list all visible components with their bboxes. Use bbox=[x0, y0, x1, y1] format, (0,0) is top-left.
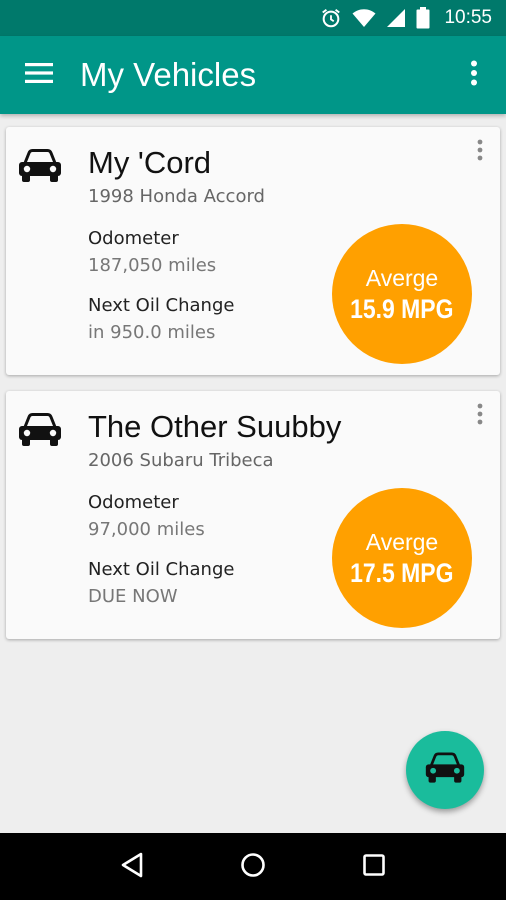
card-menu-button[interactable] bbox=[468, 401, 492, 431]
home-icon bbox=[240, 852, 266, 882]
overflow-menu-button[interactable] bbox=[442, 36, 506, 114]
odometer-label: Odometer bbox=[88, 492, 179, 513]
odometer-value: 187,050 miles bbox=[88, 255, 217, 276]
back-button[interactable] bbox=[102, 837, 162, 897]
oil-change-value: DUE NOW bbox=[88, 586, 178, 607]
average-mpg-value: 15.9 MPG bbox=[350, 294, 454, 324]
system-nav-bar bbox=[0, 833, 506, 900]
status-icons: 10:55 bbox=[320, 7, 492, 29]
vehicle-name: My 'Cord bbox=[88, 145, 212, 180]
more-vert-icon bbox=[470, 60, 478, 90]
app-bar: My Vehicles bbox=[0, 36, 506, 114]
vehicle-model: 1998 Honda Accord bbox=[88, 186, 265, 207]
average-mpg-value: 17.5 MPG bbox=[350, 558, 454, 588]
recents-button[interactable] bbox=[344, 837, 404, 897]
recents-icon bbox=[362, 853, 386, 881]
more-vert-icon bbox=[477, 403, 483, 429]
car-icon bbox=[17, 413, 63, 451]
average-mpg-badge: Averge 17.5 MPG bbox=[332, 488, 472, 628]
odometer-value: 97,000 miles bbox=[88, 519, 205, 540]
signal-icon bbox=[386, 8, 406, 28]
more-vert-icon bbox=[477, 139, 483, 165]
oil-change-label: Next Oil Change bbox=[88, 295, 235, 316]
add-vehicle-button[interactable] bbox=[406, 731, 484, 809]
odometer-label: Odometer bbox=[88, 228, 179, 249]
average-label: Averge bbox=[365, 265, 439, 291]
menu-button[interactable] bbox=[0, 36, 78, 114]
page-title: My Vehicles bbox=[80, 56, 257, 93]
home-button[interactable] bbox=[223, 837, 283, 897]
vehicle-model: 2006 Subaru Tribeca bbox=[88, 450, 274, 471]
average-label: Averge bbox=[365, 529, 439, 555]
vehicle-name: The Other Suubby bbox=[88, 409, 342, 444]
status-time: 10:55 bbox=[444, 7, 492, 28]
vehicle-card[interactable]: The Other Suubby 2006 Subaru Tribeca Odo… bbox=[6, 391, 500, 639]
average-mpg-badge: Averge 15.9 MPG bbox=[332, 224, 472, 364]
hamburger-menu-icon bbox=[25, 62, 53, 88]
battery-icon bbox=[416, 7, 430, 29]
oil-change-value: in 950.0 miles bbox=[88, 322, 216, 343]
status-bar: 10:55 bbox=[0, 0, 506, 36]
car-icon bbox=[424, 752, 466, 788]
wifi-icon bbox=[352, 8, 376, 28]
vehicle-card[interactable]: My 'Cord 1998 Honda Accord Odometer 187,… bbox=[6, 127, 500, 375]
card-menu-button[interactable] bbox=[468, 137, 492, 167]
alarm-icon bbox=[320, 7, 342, 29]
back-icon bbox=[120, 852, 144, 882]
oil-change-label: Next Oil Change bbox=[88, 559, 235, 580]
car-icon bbox=[17, 149, 63, 187]
